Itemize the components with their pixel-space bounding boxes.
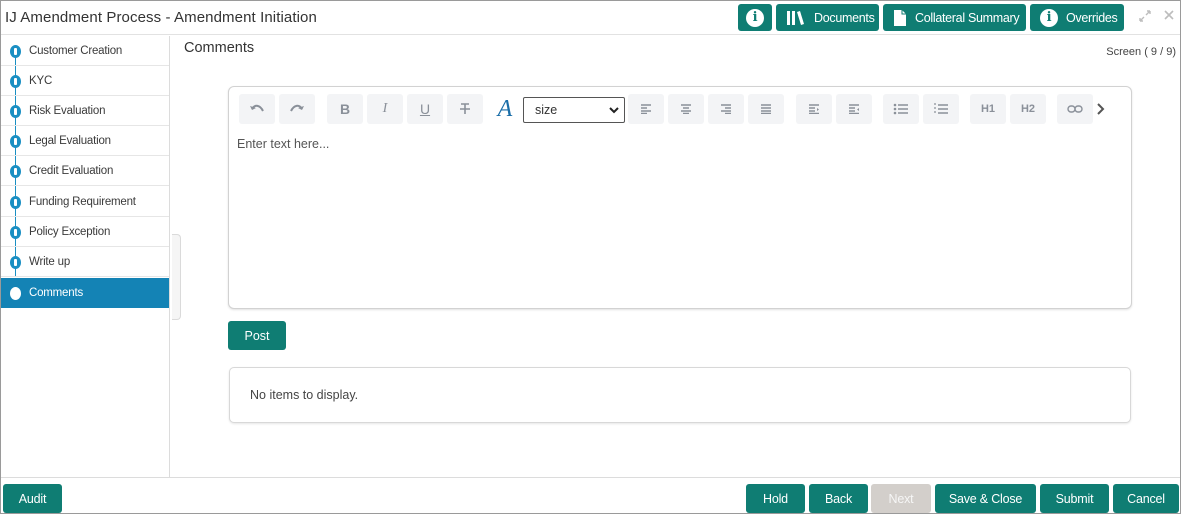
footer-bar: Audit Hold Back Next Save & Close Submit… (1, 477, 1180, 513)
sidebar-item-credit-evaluation[interactable]: Credit Evaluation (1, 156, 169, 186)
indent-icon[interactable] (796, 94, 832, 124)
sidebar-item-label: Legal Evaluation (29, 134, 111, 147)
chevron-down-icon (608, 104, 620, 119)
audit-button[interactable]: Audit (3, 484, 62, 513)
font-color-icon[interactable]: A (487, 94, 523, 124)
document-icon (893, 9, 907, 27)
numbered-list-icon[interactable] (923, 94, 959, 124)
post-button[interactable]: Post (228, 321, 286, 350)
info-button[interactable]: i (738, 4, 772, 31)
sidebar-nav: Customer Creation KYC Risk Evaluation Le… (1, 36, 170, 477)
step-indicator-icon (10, 75, 21, 88)
overrides-label: Overrides (1066, 10, 1118, 25)
sidebar-item-legal-evaluation[interactable]: Legal Evaluation (1, 126, 169, 156)
sidebar-item-risk-evaluation[interactable]: Risk Evaluation (1, 96, 169, 126)
sidebar-item-label: Customer Creation (29, 44, 123, 57)
sidebar-item-funding-requirement[interactable]: Funding Requirement (1, 187, 169, 217)
sidebar-item-label: Funding Requirement (29, 195, 136, 208)
sidebar-item-kyc[interactable]: KYC (1, 66, 169, 96)
undo-icon[interactable] (239, 94, 275, 124)
strikethrough-icon[interactable] (447, 94, 483, 124)
step-indicator-icon (10, 287, 21, 300)
empty-list-message: No items to display. (250, 388, 359, 402)
sidebar-item-write-up[interactable]: Write up (1, 247, 169, 277)
page-title: IJ Amendment Process - Amendment Initiat… (5, 9, 317, 26)
outdent-icon[interactable] (836, 94, 872, 124)
editor-toolbar: B I U A size H1 H2 (237, 92, 1121, 126)
sidebar-item-policy-exception[interactable]: Policy Exception (1, 217, 169, 247)
submit-button[interactable]: Submit (1040, 484, 1109, 513)
info-icon: i (1040, 8, 1058, 27)
step-indicator-icon (10, 196, 21, 209)
step-indicator-icon (10, 135, 21, 148)
hold-button[interactable]: Hold (746, 484, 805, 513)
documents-button[interactable]: Documents (776, 4, 879, 31)
align-right-icon[interactable] (708, 94, 744, 124)
underline-icon[interactable]: U (407, 94, 443, 124)
align-justify-icon[interactable] (748, 94, 784, 124)
sidebar-item-label: Policy Exception (29, 225, 111, 238)
sidebar-item-label: Write up (29, 255, 71, 268)
comment-text-area[interactable]: Enter text here... (237, 137, 1117, 297)
bullet-list-icon[interactable] (883, 94, 919, 124)
font-size-select[interactable]: size (523, 97, 625, 123)
heading-2-icon[interactable]: H2 (1010, 94, 1046, 124)
chevron-right-icon[interactable] (1089, 94, 1113, 124)
documents-label: Documents (814, 10, 875, 25)
link-icon[interactable] (1057, 94, 1093, 124)
align-center-icon[interactable] (668, 94, 704, 124)
sidebar-item-comments[interactable]: Comments (1, 278, 169, 308)
step-indicator-icon (10, 226, 21, 239)
comments-list: No items to display. (229, 367, 1131, 423)
rich-text-editor: B I U A size H1 H2 Enter text here... (228, 86, 1132, 309)
collateral-summary-label: Collateral Summary (915, 10, 1020, 25)
bold-icon[interactable]: B (327, 94, 363, 124)
info-icon: i (746, 8, 764, 27)
sidebar-collapse-handle[interactable] (172, 234, 181, 320)
sidebar-item-label: Risk Evaluation (29, 104, 106, 117)
maximize-icon[interactable] (1138, 9, 1152, 26)
header-bar: IJ Amendment Process - Amendment Initiat… (1, 1, 1180, 35)
heading-1-icon[interactable]: H1 (970, 94, 1006, 124)
align-left-icon[interactable] (628, 94, 664, 124)
save-close-button[interactable]: Save & Close (935, 484, 1036, 513)
step-indicator-icon (10, 105, 21, 118)
overrides-button[interactable]: i Overrides (1030, 4, 1124, 31)
back-button[interactable]: Back (809, 484, 868, 513)
screen-indicator: Screen ( 9 / 9) (1106, 46, 1176, 58)
cancel-button[interactable]: Cancel (1113, 484, 1179, 513)
close-icon[interactable] (1163, 9, 1175, 24)
step-indicator-icon (10, 45, 21, 58)
next-button[interactable]: Next (871, 484, 931, 513)
sidebar-item-customer-creation[interactable]: Customer Creation (1, 36, 169, 66)
section-title: Comments (184, 40, 255, 56)
italic-icon[interactable]: I (367, 94, 403, 124)
redo-icon[interactable] (279, 94, 315, 124)
sidebar-item-label: Credit Evaluation (29, 164, 114, 177)
collateral-summary-button[interactable]: Collateral Summary (883, 4, 1026, 31)
step-indicator-icon (10, 256, 21, 269)
sidebar-item-label: Comments (29, 286, 83, 299)
step-indicator-icon (10, 165, 21, 178)
library-icon (786, 10, 806, 26)
sidebar-item-label: KYC (29, 74, 53, 87)
